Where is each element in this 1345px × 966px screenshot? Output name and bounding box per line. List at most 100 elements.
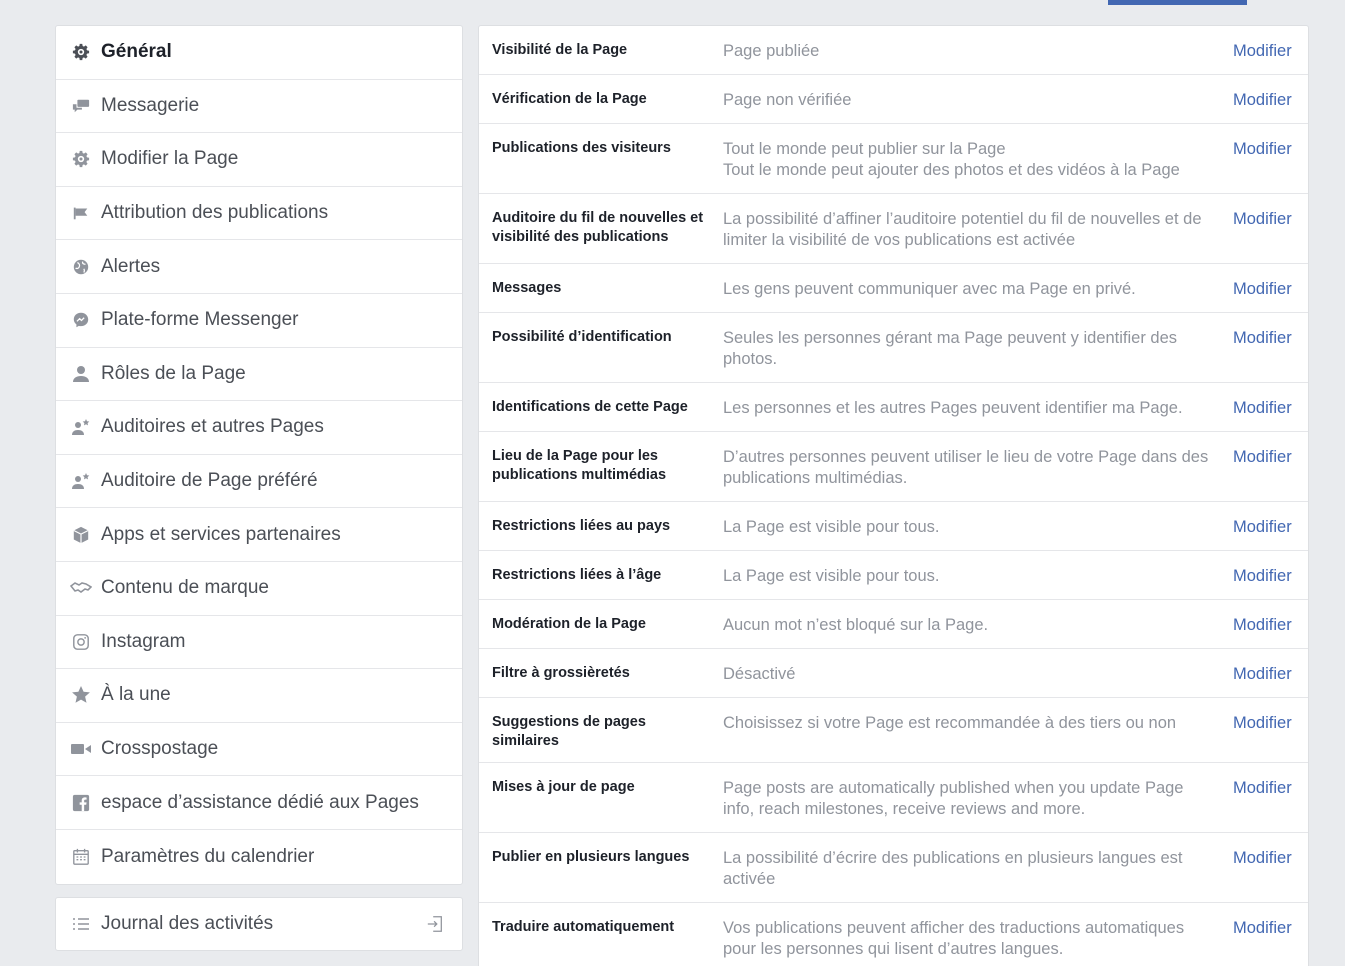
setting-value: Page publiée: [723, 42, 820, 60]
setting-row-similar-page-suggestions: Suggestions de pages similaires Choisiss…: [479, 698, 1308, 763]
sidebar-item-messaging[interactable]: Messagerie: [56, 80, 462, 134]
setting-value: Les gens peuvent communiquer avec ma Pag…: [723, 280, 1136, 298]
sidebar-item-label: Rôles de la Page: [101, 362, 246, 384]
sidebar-item-instagram[interactable]: Instagram: [56, 616, 462, 670]
person-icon: [70, 363, 92, 385]
sidebar-item-label: Général: [101, 41, 172, 63]
setting-value: Tout le monde peut publier sur la Page T…: [723, 139, 1213, 181]
list-icon: [70, 913, 92, 935]
setting-value: Page posts are automatically published w…: [723, 779, 1184, 818]
sidebar-item-label: Messagerie: [101, 94, 200, 116]
chat-bubbles-icon: [70, 95, 92, 117]
star-icon: [70, 684, 92, 706]
modify-link[interactable]: Modifier: [1233, 41, 1292, 62]
modify-link[interactable]: Modifier: [1233, 848, 1292, 869]
setting-row-page-visibility: Visibilité de la Page Page publiée Modif…: [479, 26, 1308, 75]
setting-row-media-location: Lieu de la Page pour les publications mu…: [479, 432, 1308, 502]
sidebar-item-calendar-settings[interactable]: Paramètres du calendrier: [56, 830, 462, 884]
setting-value: Choisissez si votre Page est recommandée…: [723, 714, 1177, 732]
setting-row-tagging-ability: Possibilité d’identification Seules les …: [479, 313, 1308, 383]
sidebar-item-general[interactable]: Général: [56, 26, 462, 80]
setting-row-multiple-languages: Publier en plusieurs langues La possibil…: [479, 833, 1308, 903]
sidebar-item-edit-page[interactable]: Modifier la Page: [56, 133, 462, 187]
setting-title: Lieu de la Page pour les publications mu…: [492, 448, 667, 483]
gear-icon: [70, 41, 92, 63]
handshake-icon: [70, 577, 92, 599]
setting-value: Vos publications peuvent afficher des tr…: [723, 919, 1185, 958]
setting-row-page-tags: Identifications de cette Page Les person…: [479, 383, 1308, 432]
sidebar-item-label: À la une: [101, 684, 171, 706]
setting-value: La possibilité d’écrire des publications…: [723, 849, 1183, 888]
setting-value: Page non vérifiée: [723, 91, 852, 109]
sidebar-item-label: Instagram: [101, 630, 186, 652]
setting-title: Suggestions de pages similaires: [492, 714, 646, 749]
video-camera-icon: [70, 738, 92, 760]
general-settings-table: Visibilité de la Page Page publiée Modif…: [478, 25, 1309, 966]
setting-title: Identifications de cette Page: [492, 399, 688, 415]
setting-title: Traduire automatiquement: [492, 919, 675, 935]
setting-value: Désactivé: [723, 665, 796, 683]
sidebar-item-page-roles[interactable]: Rôles de la Page: [56, 348, 462, 402]
setting-title: Vérification de la Page: [492, 91, 647, 107]
setting-title: Filtre à grossièretés: [492, 665, 630, 681]
setting-row-page-moderation: Modération de la Page Aucun mot n’est bl…: [479, 600, 1308, 649]
modify-link[interactable]: Modifier: [1233, 615, 1292, 636]
sidebar-item-pages-support[interactable]: espace d’assistance dédié aux Pages: [56, 776, 462, 830]
sidebar-item-crossposting[interactable]: Crosspostage: [56, 723, 462, 777]
setting-value: Aucun mot n’est bloqué sur la Page.: [723, 616, 989, 634]
modify-link[interactable]: Modifier: [1233, 918, 1292, 939]
setting-row-news-feed-audience: Auditoire du fil de nouvelles et visibil…: [479, 194, 1308, 264]
setting-value-line: Tout le monde peut publier sur la Page: [723, 140, 1006, 158]
setting-row-age-restrictions: Restrictions liées à l’âge La Page est v…: [479, 551, 1308, 600]
modify-link[interactable]: Modifier: [1233, 713, 1292, 734]
calendar-icon: [70, 846, 92, 868]
setting-title: Auditoire du fil de nouvelles et visibil…: [492, 210, 704, 245]
activity-log-button[interactable]: Journal des activités: [55, 897, 463, 951]
setting-row-page-updates: Mises à jour de page Page posts are auto…: [479, 763, 1308, 833]
modify-link[interactable]: Modifier: [1233, 566, 1292, 587]
setting-title: Publier en plusieurs langues: [492, 849, 690, 865]
sidebar-item-alerts[interactable]: Alertes: [56, 240, 462, 294]
sidebar-item-featured[interactable]: À la une: [56, 669, 462, 723]
modify-link[interactable]: Modifier: [1233, 139, 1292, 160]
sidebar-item-label: Plate-forme Messenger: [101, 309, 299, 331]
modify-link[interactable]: Modifier: [1233, 664, 1292, 685]
messenger-icon: [70, 309, 92, 331]
modify-link[interactable]: Modifier: [1233, 90, 1292, 111]
setting-row-profanity-filter: Filtre à grossièretés Désactivé Modifier: [479, 649, 1308, 698]
modify-link[interactable]: Modifier: [1233, 778, 1292, 799]
modify-link[interactable]: Modifier: [1233, 447, 1292, 468]
modify-link[interactable]: Modifier: [1233, 279, 1292, 300]
flag-icon: [70, 202, 92, 224]
sidebar-item-preferred-audience[interactable]: Auditoire de Page préféré: [56, 455, 462, 509]
sidebar-item-messenger-platform[interactable]: Plate-forme Messenger: [56, 294, 462, 348]
sidebar-item-post-attribution[interactable]: Attribution des publications: [56, 187, 462, 241]
sidebar-item-branded-content[interactable]: Contenu de marque: [56, 562, 462, 616]
setting-title: Modération de la Page: [492, 616, 646, 632]
modify-link[interactable]: Modifier: [1233, 517, 1292, 538]
gear-icon: [70, 148, 92, 170]
sidebar-item-partner-apps[interactable]: Apps et services partenaires: [56, 508, 462, 562]
modify-link[interactable]: Modifier: [1233, 328, 1292, 349]
activity-log-label: Journal des activités: [101, 913, 274, 934]
setting-title: Restrictions liées à l’âge: [492, 567, 662, 583]
setting-row-page-verification: Vérification de la Page Page non vérifié…: [479, 75, 1308, 124]
modify-link[interactable]: Modifier: [1233, 398, 1292, 419]
setting-row-messages: Messages Les gens peuvent communiquer av…: [479, 264, 1308, 313]
sidebar-item-label: Modifier la Page: [101, 148, 239, 170]
setting-title: Mises à jour de page: [492, 779, 635, 795]
setting-title: Visibilité de la Page: [492, 42, 628, 58]
people-star-icon: [70, 416, 92, 438]
active-tab-indicator: [1108, 0, 1247, 5]
modify-link[interactable]: Modifier: [1233, 209, 1292, 230]
sidebar-item-audiences[interactable]: Auditoires et autres Pages: [56, 401, 462, 455]
setting-value: La Page est visible pour tous.: [723, 567, 940, 585]
setting-value: Les personnes et les autres Pages peuven…: [723, 399, 1183, 417]
setting-value: D’autres personnes peuvent utiliser le l…: [723, 448, 1209, 487]
setting-title: Publications des visiteurs: [492, 140, 671, 156]
sidebar-item-label: Paramètres du calendrier: [101, 845, 315, 867]
sidebar-item-label: Attribution des publications: [101, 202, 329, 224]
sidebar-item-label: Alertes: [101, 255, 161, 277]
sidebar-item-label: Apps et services partenaires: [101, 523, 341, 545]
instagram-icon: [70, 631, 92, 653]
